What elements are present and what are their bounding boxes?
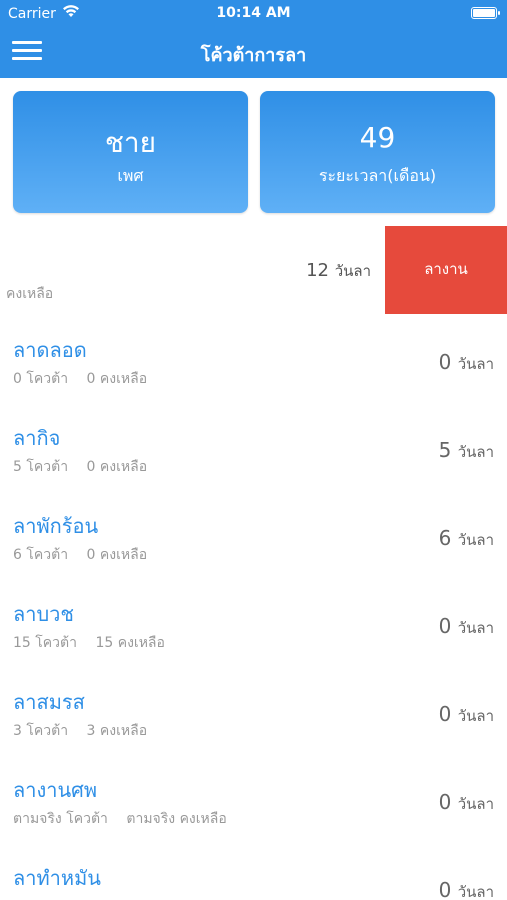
list-item-leave-type[interactable]: ลาพักร้อน 6 โควต้า 0 คงเหลือ 6 วันลา: [0, 502, 507, 590]
quota-value: 6: [13, 547, 22, 563]
remaining-label: คงเหลือ: [99, 371, 148, 387]
gender-value: ชาย: [104, 126, 157, 159]
duration-card: 49 ระยะเวลา(เดือน): [260, 91, 495, 213]
gender-card: ชาย เพศ: [13, 91, 248, 213]
remaining-label: คงเหลือ: [179, 811, 227, 827]
leave-days-unit: วันลา: [457, 795, 494, 813]
remaining-value: 15: [95, 635, 114, 651]
leave-days: 6 วันลา: [439, 526, 494, 552]
quota-label: โควต้า: [26, 371, 69, 387]
list-item-leave-type[interactable]: ลาบวช 15 โควต้า 15 คงเหลือ 0 วันลา: [0, 590, 507, 678]
quota-label: โควต้า: [26, 547, 69, 563]
summary-days-value: 12: [306, 260, 329, 281]
request-leave-button[interactable]: ลางาน: [385, 226, 507, 314]
remaining-label: คงเหลือ: [99, 547, 148, 563]
list-item-leave-type[interactable]: ลาสมรส 3 โควต้า 3 คงเหลือ 0 วันลา: [0, 678, 507, 766]
leave-days-value: 0: [438, 790, 452, 814]
leave-type-meta: 15 โควต้า 15 คงเหลือ: [13, 632, 165, 654]
leave-type-meta: ตามจริง โควต้า ตามจริง คงเหลือ: [13, 808, 227, 830]
summary-remaining-label: คงเหลือ: [6, 286, 54, 302]
remaining-value: 0: [86, 547, 96, 563]
quota-value: 15: [13, 635, 31, 651]
list-item-leave-type[interactable]: ลางานศพ ตามจริง โควต้า ตามจริง คงเหลือ 0…: [0, 766, 507, 854]
status-bar: Carrier 10:14 AM: [0, 0, 507, 28]
leave-days-unit: วันลา: [457, 883, 494, 900]
remaining-value: ตามจริง: [126, 811, 176, 827]
remaining-label: คงเหลือ: [99, 723, 148, 739]
quota-value: 5: [13, 459, 22, 475]
leave-days: 0 วันลา: [439, 614, 494, 640]
remaining-label: คงเหลือ: [117, 635, 165, 651]
leave-days: 5 วันลา: [439, 438, 494, 464]
leave-type-meta: 3 โควต้า 3 คงเหลือ: [13, 720, 147, 742]
leave-days-unit: วันลา: [457, 707, 494, 725]
quota-label: โควต้า: [35, 635, 77, 651]
leave-type-meta: 0 โควต้า 0 คงเหลือ: [13, 368, 147, 390]
battery-icon: [471, 7, 500, 19]
leave-days: 0 วันลา: [439, 350, 494, 376]
leave-days-unit: วันลา: [457, 443, 494, 461]
list-item-leave-type[interactable]: ลากิจ 5 โควต้า 0 คงเหลือ 5 วันลา: [0, 414, 507, 502]
leave-days-value: 6: [438, 526, 452, 550]
summary-days: 12 วันลา: [306, 259, 371, 283]
gender-label: เพศ: [117, 166, 144, 185]
leave-type-name: ลากิจ: [13, 426, 61, 450]
leave-type-meta: 5 โควต้า 0 คงเหลือ: [13, 456, 147, 478]
quota-value: 0: [13, 371, 22, 387]
remaining-value: 0: [86, 459, 96, 475]
leave-type-name: ลาทำหมัน: [13, 866, 101, 890]
leave-days: 0 วันลา: [439, 790, 494, 816]
leave-type-meta: 6 โควต้า 0 คงเหลือ: [13, 544, 147, 566]
duration-label: ระยะเวลา(เดือน): [318, 166, 437, 185]
navigation-bar: โค้วต้าการลา: [0, 28, 507, 78]
leave-days-value: 0: [438, 878, 452, 900]
quota-label: โควต้า: [26, 723, 69, 739]
duration-value: 49: [359, 121, 396, 154]
leave-type-name: ลาสมรส: [13, 690, 85, 714]
leave-days-value: 5: [438, 438, 452, 462]
leave-type-name: ลาดลอด: [13, 338, 87, 362]
page-title: โค้วต้าการลา: [200, 45, 307, 66]
quota-label: โควต้า: [66, 811, 108, 827]
leave-days-value: 0: [438, 614, 452, 638]
leave-type-name: ลางานศพ: [13, 778, 98, 802]
list-item-leave-type[interactable]: ลาดลอด 0 โควต้า 0 คงเหลือ 0 วันลา: [0, 326, 507, 414]
leave-days-value: 0: [438, 702, 452, 726]
leave-days: 0 วันลา: [439, 878, 494, 900]
quota-value: 3: [13, 723, 22, 739]
remaining-value: 0: [86, 371, 96, 387]
summary-days-unit: วันลา: [334, 262, 371, 280]
quota-label: โควต้า: [26, 459, 69, 475]
leave-days-value: 0: [438, 350, 452, 374]
leave-days-unit: วันลา: [457, 619, 494, 637]
leave-days-unit: วันลา: [457, 531, 494, 549]
remaining-label: คงเหลือ: [99, 459, 148, 475]
leave-days-unit: วันลา: [457, 355, 494, 373]
app-header: Carrier 10:14 AM โค้วต้าการลา: [0, 0, 507, 78]
list-item-leave-type[interactable]: ลาทำหมัน 0 วันลา: [0, 854, 507, 900]
status-time: 10:14 AM: [216, 5, 291, 21]
remaining-value: 3: [86, 723, 96, 739]
leave-type-name: ลาบวช: [13, 602, 74, 626]
quota-value: ตามจริง: [13, 811, 62, 827]
leave-days: 0 วันลา: [439, 702, 494, 728]
leave-type-name: ลาพักร้อน: [13, 514, 99, 538]
